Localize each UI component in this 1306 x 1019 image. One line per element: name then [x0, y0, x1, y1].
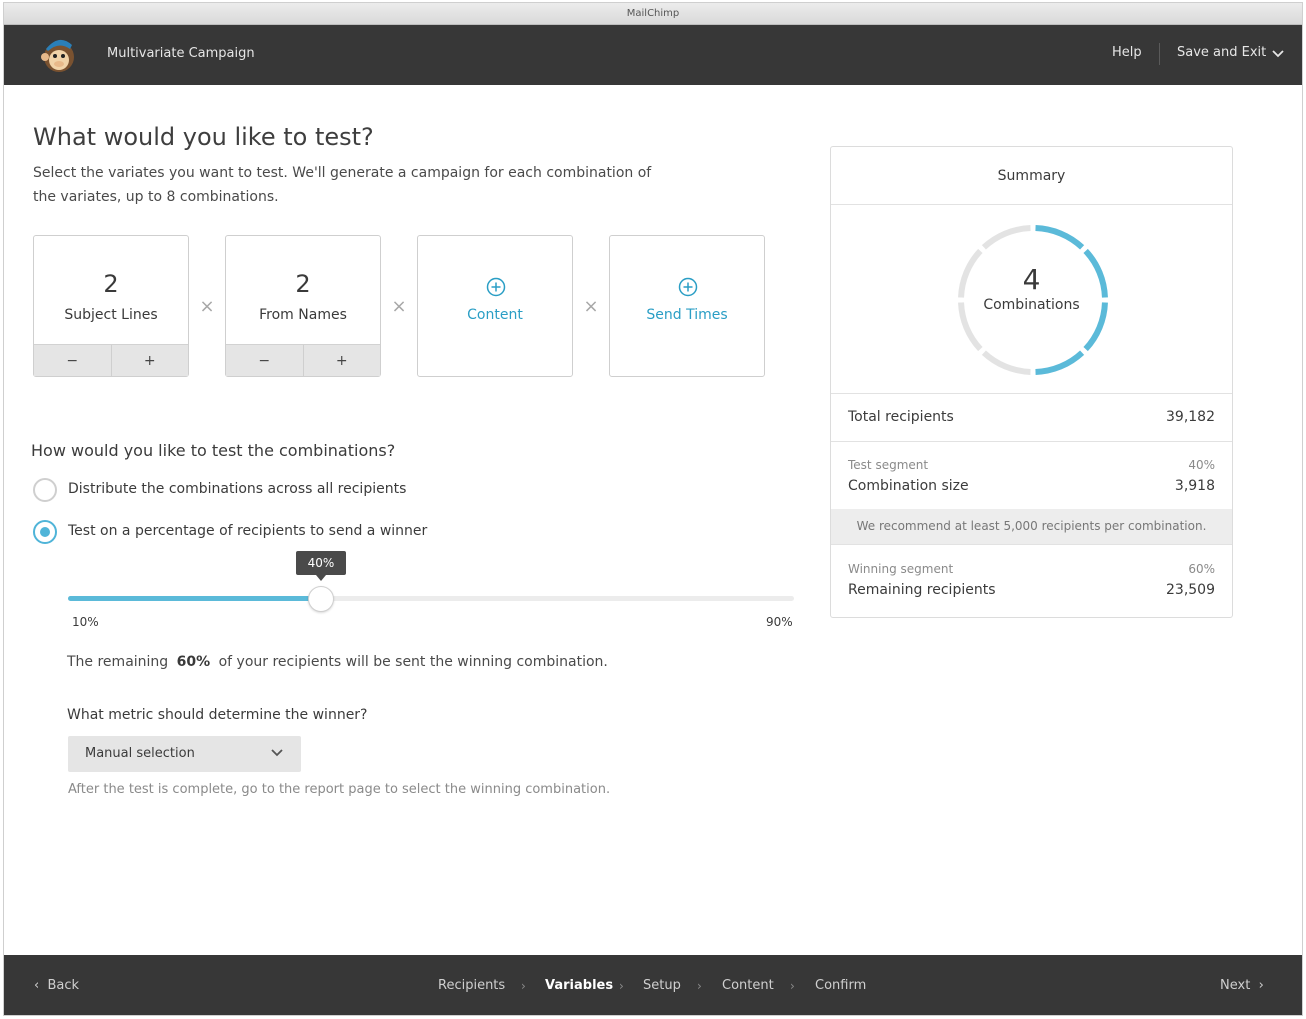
add-circle-icon [486, 277, 506, 297]
remaining-suffix: of your recipients will be sent the winn… [218, 654, 608, 670]
step-content[interactable]: Content [722, 978, 774, 993]
add-content-label: Content [467, 307, 523, 323]
page-title: What would you like to test? [33, 123, 374, 151]
subject-lines-stepper: − + [34, 344, 188, 376]
step-confirm[interactable]: Confirm [815, 978, 866, 993]
multiply-icon: × [391, 296, 407, 317]
recommendation-note: We recommend at least 5,000 recipients p… [831, 509, 1232, 544]
remaining-prefix: The remaining [67, 654, 169, 670]
back-label: Back [47, 978, 80, 993]
winner-metric-help: After the test is complete, go to the re… [68, 782, 611, 797]
total-recipients-row: Total recipients 39,182 [831, 393, 1232, 441]
subject-lines-label: Subject Lines [64, 307, 158, 323]
winner-metric-value: Manual selection [85, 746, 195, 761]
test-segment-percent: 40% [1188, 458, 1215, 472]
winner-metric-question: What metric should determine the winner? [67, 707, 368, 723]
combination-size-label: Combination size [848, 478, 969, 494]
combinations-count: 4 [1022, 263, 1041, 296]
remaining-percent: 60% [176, 654, 211, 670]
slider-min-label: 10% [72, 615, 99, 629]
remaining-recipients-value: 23,509 [1166, 582, 1215, 598]
next-button[interactable]: Next › [1220, 978, 1264, 993]
variate-card-subject-lines: 2 Subject Lines − + [33, 235, 189, 377]
help-link[interactable]: Help [1112, 45, 1142, 60]
chevron-right-icon: › [697, 979, 702, 993]
step-setup[interactable]: Setup [643, 978, 681, 993]
save-and-exit-button[interactable]: Save and Exit [1177, 45, 1266, 60]
campaign-title: Multivariate Campaign [107, 46, 255, 61]
percentage-radio-label[interactable]: Test on a percentage of recipients to se… [68, 523, 427, 539]
from-names-increment-button[interactable]: + [304, 345, 381, 376]
subject-lines-count: 2 [103, 270, 119, 298]
step-recipients[interactable]: Recipients [438, 978, 505, 993]
combinations-label: Combinations [983, 297, 1080, 313]
add-circle-icon [678, 277, 698, 297]
app-window: MailChimp Multivariate Campaign Help Sav… [3, 2, 1303, 1016]
ring-segment-empty [981, 350, 1031, 375]
winning-segment-percent: 60% [1188, 562, 1215, 576]
chevron-right-icon: › [619, 979, 624, 993]
slider-value-tooltip: 40% [296, 551, 346, 581]
chevron-down-icon[interactable] [1272, 49, 1284, 59]
variate-card-send-times[interactable]: Send Times [609, 235, 765, 377]
wizard-footer: ‹ Back Recipients › Variables › Setup › … [4, 955, 1302, 1015]
subject-lines-decrement-button[interactable]: − [34, 345, 112, 376]
total-recipients-label: Total recipients [848, 409, 954, 425]
top-navigation-bar: Multivariate Campaign Help Save and Exit [4, 25, 1302, 85]
ring-segment-filled [1035, 350, 1085, 375]
summary-panel: Summary 4 Combinations Total recipients … [830, 146, 1233, 618]
chevron-right-icon: › [1258, 978, 1264, 993]
chevron-right-icon: › [790, 979, 795, 993]
from-names-stepper: − + [226, 344, 380, 376]
winning-segment-label: Winning segment [848, 562, 954, 576]
test-percentage-slider-fill [68, 596, 321, 601]
distribute-radio-label[interactable]: Distribute the combinations across all r… [68, 481, 406, 497]
multiply-icon: × [583, 296, 599, 317]
next-label: Next [1220, 978, 1251, 993]
slider-handle[interactable] [308, 586, 334, 612]
chevron-right-icon: › [521, 979, 526, 993]
winning-segment-row: Winning segment 60% Remaining recipients… [831, 544, 1232, 618]
test-segment-row: Test segment 40% Combination size 3,918 [831, 441, 1232, 509]
combination-size-value: 3,918 [1174, 478, 1215, 494]
ring-segment-empty [981, 225, 1031, 250]
header-divider [1159, 43, 1160, 65]
total-recipients-value: 39,182 [1166, 409, 1215, 425]
from-names-decrement-button[interactable]: − [226, 345, 304, 376]
summary-title: Summary [831, 147, 1232, 205]
percentage-radio[interactable] [33, 520, 57, 544]
remaining-recipients-label: Remaining recipients [848, 582, 996, 598]
test-segment-label: Test segment [848, 458, 929, 472]
chevron-left-icon: ‹ [34, 978, 40, 993]
variate-card-from-names: 2 From Names − + [225, 235, 381, 377]
step-variables[interactable]: Variables [545, 978, 613, 993]
page-intro: Select the variates you want to test. We… [33, 165, 652, 205]
ring-segment-filled [1035, 225, 1085, 250]
freddie-chimp-logo[interactable] [40, 35, 78, 75]
chevron-down-icon [271, 749, 283, 757]
multiply-icon: × [199, 296, 215, 317]
test-method-question: How would you like to test the combinati… [31, 441, 396, 460]
variate-card-content[interactable]: Content [417, 235, 573, 377]
add-send-times-label: Send Times [646, 307, 728, 323]
remaining-recipients-text: The remaining 60% of your recipients wil… [67, 654, 608, 670]
distribute-radio[interactable] [33, 478, 57, 502]
subject-lines-increment-button[interactable]: + [112, 345, 189, 376]
window-titlebar: MailChimp [4, 3, 1302, 25]
from-names-count: 2 [295, 270, 311, 298]
back-button[interactable]: ‹ Back [34, 978, 79, 993]
slider-max-label: 90% [766, 615, 793, 629]
winner-metric-select[interactable]: Manual selection [68, 736, 301, 772]
from-names-label: From Names [259, 307, 347, 323]
